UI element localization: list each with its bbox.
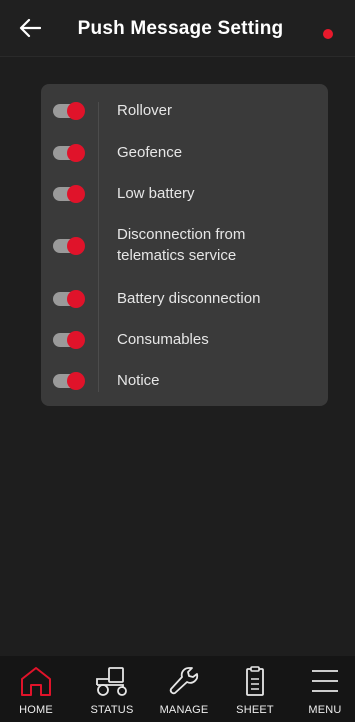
tractor-icon xyxy=(96,667,127,696)
setting-row-consumables[interactable]: Consumables xyxy=(41,329,328,351)
toggle-knob xyxy=(67,102,85,120)
setting-label: Consumables xyxy=(117,331,209,348)
toggle-knob xyxy=(67,185,85,203)
clipboard-icon xyxy=(246,666,264,696)
notice-toggle[interactable] xyxy=(53,372,85,390)
disconnection-telematics-toggle[interactable] xyxy=(53,237,85,255)
setting-row-notice[interactable]: Notice xyxy=(41,370,328,392)
toggle-knob xyxy=(67,331,85,349)
setting-label: Rollover xyxy=(117,102,173,119)
toggle-knob xyxy=(67,144,85,162)
status-dot xyxy=(323,29,333,39)
setting-label: Disconnection from telematics service xyxy=(117,226,246,264)
header-divider xyxy=(0,56,355,57)
setting-row-geofence[interactable]: Geofence xyxy=(41,142,328,164)
battery-disconnection-toggle[interactable] xyxy=(53,290,85,308)
nav-item-manage[interactable]: MANAGE xyxy=(156,656,212,722)
nav-label: STATUS xyxy=(90,704,134,716)
nav-item-home[interactable]: HOME xyxy=(14,656,58,722)
nav-label: SHEET xyxy=(236,704,274,716)
geofence-toggle[interactable] xyxy=(53,144,85,162)
setting-row-battery-disconnection[interactable]: Battery disconnection xyxy=(41,288,328,310)
hamburger-menu-icon xyxy=(312,670,338,692)
nav-label: HOME xyxy=(19,704,53,716)
home-icon xyxy=(21,667,51,696)
nav-item-sheet[interactable]: SHEET xyxy=(232,656,278,722)
low-battery-toggle[interactable] xyxy=(53,185,85,203)
nav-label: MENU xyxy=(308,704,342,716)
setting-row-disconnection-telematics[interactable]: Disconnection from telematics service xyxy=(41,224,328,268)
toggle-knob xyxy=(67,237,85,255)
toggle-knob xyxy=(67,290,85,308)
push-settings-card: Rollover Geofence Low battery Disconnect… xyxy=(41,84,328,406)
consumables-toggle[interactable] xyxy=(53,331,85,349)
nav-item-status[interactable]: STATUS xyxy=(87,656,137,722)
toggle-knob xyxy=(67,372,85,390)
setting-label: Geofence xyxy=(117,144,183,161)
setting-row-rollover[interactable]: Rollover xyxy=(41,100,328,122)
nav-item-menu[interactable]: MENU xyxy=(303,656,347,722)
page-title: Push Message Setting xyxy=(77,18,284,39)
setting-label: Low battery xyxy=(117,185,195,202)
bottom-navigation: HOME STATUS MANAGE SHEET MENU xyxy=(0,656,355,722)
nav-label: MANAGE xyxy=(159,704,209,716)
setting-label: Battery disconnection xyxy=(117,290,261,307)
setting-row-low-battery[interactable]: Low battery xyxy=(41,183,328,205)
app-header: Push Message Setting xyxy=(0,0,355,56)
rollover-toggle[interactable] xyxy=(53,102,85,120)
setting-label: Notice xyxy=(117,372,160,389)
wrench-icon xyxy=(169,667,199,695)
